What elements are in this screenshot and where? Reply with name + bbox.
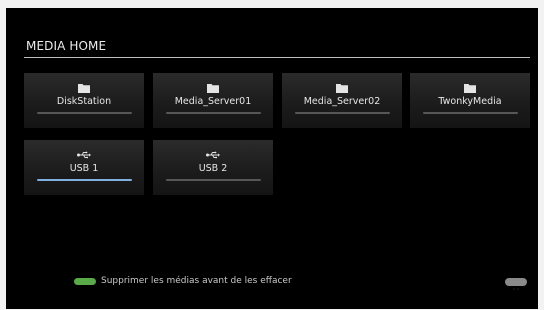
- tile-indicator-bar: [423, 112, 518, 114]
- tile-label: TwonkyMedia: [438, 96, 502, 107]
- tile-media-server02[interactable]: Media_Server02: [282, 73, 402, 128]
- tile-diskstation[interactable]: DiskStation: [24, 73, 144, 128]
- folder-icon: [336, 84, 348, 93]
- usb-icon: [77, 151, 91, 159]
- green-button-icon[interactable]: [74, 277, 96, 285]
- page-title: MEDIA HOME: [26, 39, 107, 53]
- usb-icon: [206, 151, 220, 159]
- tile-indicator-bar: [166, 179, 261, 181]
- tile-indicator-bar: [166, 112, 261, 114]
- footer-hint: Supprimer les médias avant de les efface…: [74, 275, 292, 287]
- folder-icon: [464, 84, 476, 93]
- tile-label: Media_Server01: [174, 96, 252, 107]
- tile-selected-bar: [37, 179, 132, 181]
- footer-hint-text: Supprimer les médias avant de les efface…: [101, 276, 292, 286]
- tile-twonkymedia[interactable]: TwonkyMedia: [410, 73, 530, 128]
- folder-icon: [207, 84, 219, 93]
- tile-indicator-bar: [37, 112, 132, 114]
- folder-icon: [78, 84, 90, 93]
- tv-screen: MEDIA HOME DiskStation Media_Server01 Me…: [6, 8, 538, 309]
- tile-usb-2[interactable]: USB 2: [153, 140, 273, 195]
- tile-label: Media_Server02: [303, 96, 381, 107]
- tile-usb-1[interactable]: USB 1: [24, 140, 144, 195]
- tile-label: USB 1: [69, 163, 99, 174]
- title-divider: [24, 57, 530, 58]
- tile-media-server01[interactable]: Media_Server01: [153, 73, 273, 128]
- tile-label: USB 2: [198, 163, 228, 174]
- tile-label: DiskStation: [56, 96, 112, 107]
- tile-indicator-bar: [295, 112, 390, 114]
- back-button-icon[interactable]: [505, 278, 527, 291]
- rewind-icon: [512, 287, 519, 291]
